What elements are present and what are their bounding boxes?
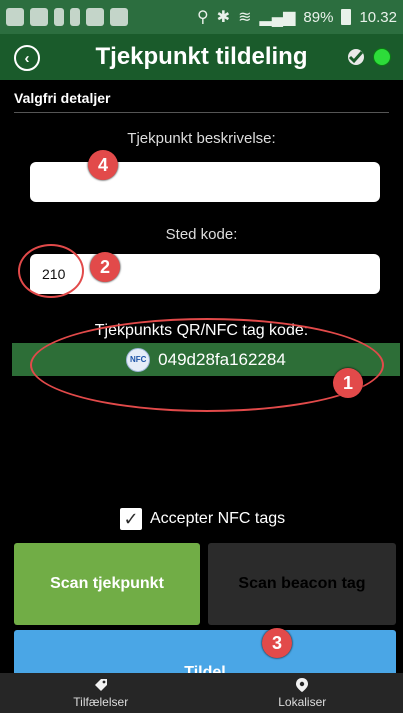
battery-icon (341, 9, 352, 25)
nav-locate-label: Lokaliser (278, 695, 327, 709)
annotation-ring-location (18, 244, 84, 298)
status-dot-icon (373, 48, 391, 66)
bottom-nav: Tilfælelser Lokaliser (0, 673, 403, 713)
person-icon (70, 8, 80, 26)
message-icon (6, 8, 24, 26)
scan-checkpoint-button[interactable]: Scan tjekpunkt (14, 543, 200, 625)
location-code-label: Sted kode: (165, 226, 238, 243)
checkmark-icon[interactable]: ✓ (120, 508, 142, 530)
tag-icon (94, 679, 107, 691)
scan-beacon-button[interactable]: Scan beacon tag (208, 543, 396, 625)
description-label: Tjekpunkt beskrivelse: (127, 130, 276, 147)
mail-icon (86, 8, 104, 26)
annotation-marker-1: 1 (333, 368, 363, 398)
wifi-icon: ≋ (238, 9, 252, 26)
bluetooth-icon: ✱ (216, 9, 231, 26)
location-pin-icon (296, 678, 309, 692)
system-status: ⚲ ✱ ≋ ▂▄▆ 89% 10.32 (197, 0, 397, 34)
section-divider (14, 112, 389, 113)
clock: 10.32 (359, 8, 397, 26)
accept-nfc-option[interactable]: ✓ Accepter NFC tags (120, 508, 285, 530)
annotation-marker-4: 4 (88, 150, 118, 180)
page-title: Tjekpunkt tildeling (95, 43, 308, 70)
sync-icon (348, 49, 364, 65)
app-icon (30, 8, 48, 26)
signal-icon: ▂▄▆ (259, 9, 296, 26)
accept-nfc-label: Accepter NFC tags (150, 510, 286, 527)
nav-incidents[interactable]: Tilfælelser (0, 673, 202, 713)
status-bar: ⚲ ✱ ≋ ▂▄▆ 89% 10.32 (0, 0, 403, 34)
annotation-marker-3: 3 (262, 628, 292, 658)
location-icon: ⚲ (196, 9, 209, 26)
back-icon[interactable]: ‹ (14, 45, 40, 71)
section-title: Valgfri detaljer (14, 90, 111, 106)
mail-icon (110, 8, 128, 26)
annotation-ring-tag (30, 318, 384, 412)
notification-icons (6, 8, 128, 26)
person-icon (54, 8, 64, 26)
annotation-marker-2: 2 (90, 252, 120, 282)
title-bar: Tjekpunkt tildeling ‹ (0, 34, 403, 80)
description-input[interactable] (30, 162, 380, 202)
nav-locate[interactable]: Lokaliser (202, 673, 403, 713)
nav-incidents-label: Tilfælelser (73, 695, 129, 709)
battery-percent: 89% (303, 8, 334, 26)
